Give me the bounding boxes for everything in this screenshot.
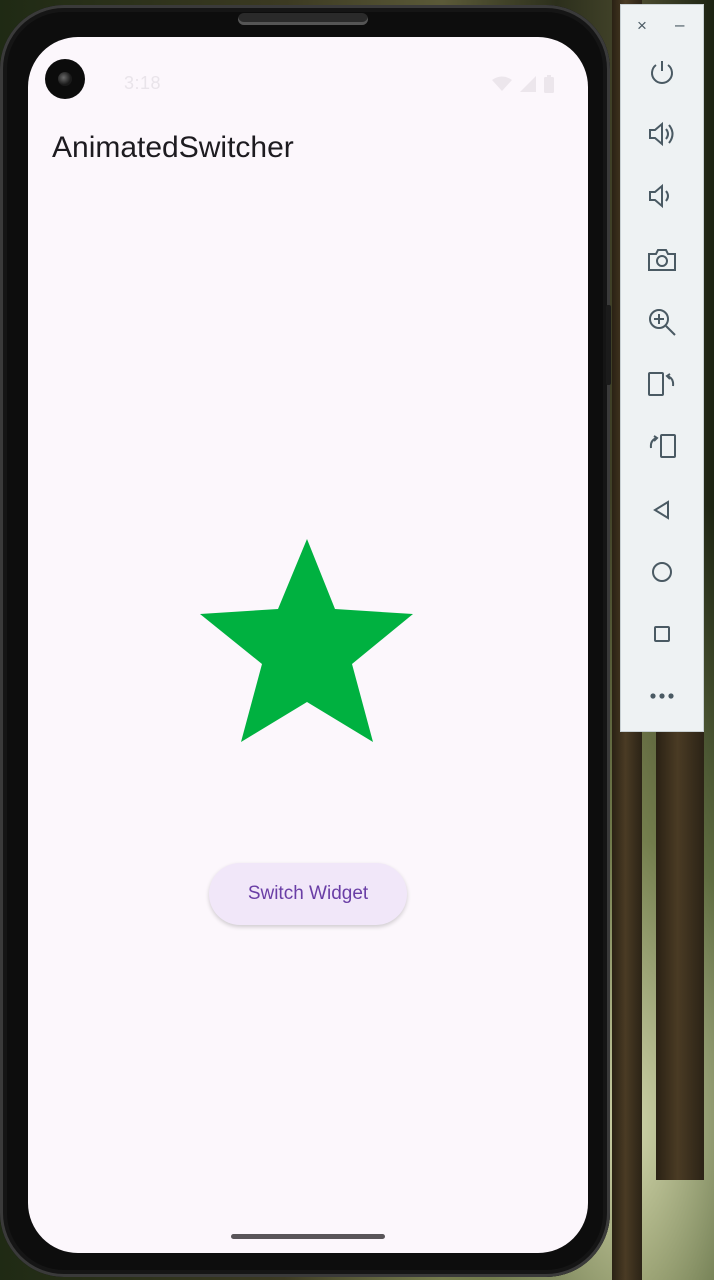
app-title: AnimatedSwitcher (52, 131, 294, 164)
status-time: 3:18 (124, 73, 162, 93)
rotate-left-icon (648, 372, 675, 396)
power-icon (651, 61, 673, 84)
status-icons (492, 75, 554, 93)
gesture-home-bar[interactable] (231, 1234, 385, 1239)
home-button[interactable] (643, 553, 681, 591)
power-button[interactable] (643, 53, 681, 91)
zoom-in-icon (649, 309, 676, 336)
more-icon (650, 693, 674, 699)
overview-button[interactable] (643, 615, 681, 653)
device-screen: 3:18 AnimatedSwitcher Switch Widget (28, 37, 588, 1253)
zoom-button[interactable] (643, 303, 681, 341)
camera-icon (648, 249, 676, 271)
rotate-right-button[interactable] (643, 427, 681, 465)
background-tree (656, 700, 704, 1180)
more-button[interactable] (643, 677, 681, 715)
battery-icon (544, 75, 554, 93)
front-camera (45, 59, 85, 99)
overview-icon (654, 626, 670, 642)
volume-up-icon (649, 121, 674, 147)
back-button[interactable] (643, 491, 681, 529)
phone-frame: 3:18 AnimatedSwitcher Switch Widget (0, 5, 611, 1277)
signal-icon (520, 76, 536, 92)
rotate-left-button[interactable] (643, 365, 681, 403)
power-side-button (606, 305, 611, 385)
rotate-right-icon (649, 434, 676, 458)
volume-down-icon (649, 183, 669, 209)
home-icon (652, 562, 672, 582)
back-icon (653, 500, 669, 520)
star-icon (200, 539, 413, 742)
emulator-toolbar: × – (620, 4, 704, 732)
minimize-emulator-button[interactable]: – (675, 15, 684, 35)
close-emulator-button[interactable]: × (637, 15, 647, 37)
wifi-icon (492, 76, 512, 91)
volume-up-button[interactable] (643, 115, 681, 153)
switch-widget-button[interactable]: Switch Widget (209, 863, 407, 925)
screenshot-button[interactable] (643, 241, 681, 279)
volume-down-button[interactable] (643, 177, 681, 215)
earpiece (238, 13, 368, 25)
emulator-window-controls: × – (621, 15, 705, 37)
